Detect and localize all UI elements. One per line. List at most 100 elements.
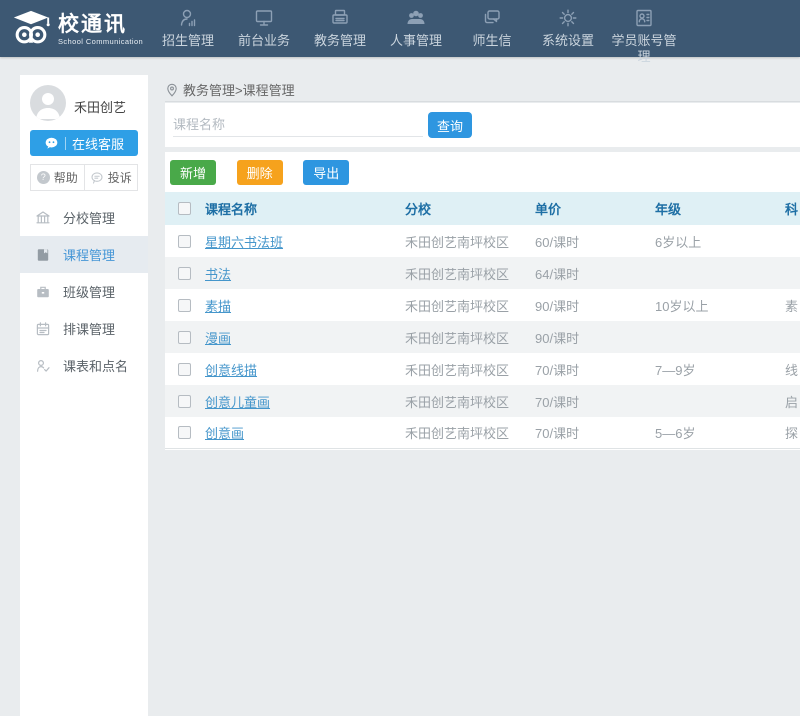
search-button[interactable]: 查询 [428, 112, 472, 138]
branch-cell: 禾田创艺南坪校区 [405, 264, 535, 283]
online-service-button[interactable]: 在线客服 [30, 130, 138, 156]
location-pin-icon [165, 83, 179, 97]
branch-cell: 禾田创艺南坪校区 [405, 232, 535, 251]
user-name: 禾田创艺 [74, 97, 126, 116]
nav-item-student-accounts[interactable]: 学员账号管理 [611, 0, 677, 57]
sidebar-item-course-management[interactable]: 课程管理 [20, 236, 148, 273]
nav-item-academic[interactable]: 教务管理 [307, 0, 373, 57]
calendar-icon [35, 321, 51, 337]
column-header-price: 单价 [535, 199, 655, 218]
chat-bubble-icon [44, 136, 59, 151]
sidebar-item-branch-management[interactable]: 分校管理 [20, 199, 148, 236]
sidebar-item-label: 课程管理 [63, 245, 115, 264]
brand-subtitle: School Communication [58, 37, 143, 46]
id-card-icon [633, 7, 655, 29]
table-header: 课程名称 分校 单价 年级 科 [165, 192, 800, 225]
briefcase-icon [35, 284, 51, 300]
sidebar-menu: 分校管理 课程管理 班级管理 排课管理 [20, 199, 148, 384]
sidebar-item-label: 分校管理 [63, 208, 115, 227]
course-name-link[interactable]: 创意线描 [205, 363, 257, 378]
branch-cell: 禾田创艺南坪校区 [405, 423, 535, 442]
online-service-label: 在线客服 [72, 134, 124, 153]
table-row: 创意线描 禾田创艺南坪校区 70/课时 7—9岁 线 [165, 353, 800, 385]
price-cell: 60/课时 [535, 232, 655, 251]
column-header-course-name: 课程名称 [205, 199, 405, 218]
breadcrumb-text: 教务管理>课程管理 [183, 80, 295, 99]
gear-icon [557, 7, 579, 29]
export-button[interactable]: 导出 [303, 160, 349, 185]
table-row: 书法 禾田创艺南坪校区 64/课时 [165, 257, 800, 289]
row-checkbox[interactable] [178, 331, 191, 344]
brand-logo: 校通讯 School Communication [0, 0, 150, 50]
grade-cell: 10岁以上 [655, 296, 785, 315]
course-name-link[interactable]: 创意儿童画 [205, 395, 270, 410]
avatar [30, 85, 66, 121]
nav-item-label: 人事管理 [390, 33, 442, 49]
branch-cell: 禾田创艺南坪校区 [405, 360, 535, 379]
book-icon [35, 247, 51, 263]
search-panel: 查询 [165, 103, 800, 147]
course-name-input[interactable] [173, 113, 423, 137]
price-cell: 70/课时 [535, 423, 655, 442]
nav-item-messages[interactable]: 师生信 [459, 0, 525, 57]
nav-item-label: 学员账号管理 [611, 33, 677, 65]
sidebar-item-class-management[interactable]: 班级管理 [20, 273, 148, 310]
row-checkbox[interactable] [178, 426, 191, 439]
sidebar-item-scheduling[interactable]: 排课管理 [20, 310, 148, 347]
grade-cell: 6岁以上 [655, 232, 785, 251]
course-name-link[interactable]: 创意画 [205, 426, 244, 441]
table-panel: 新增 删除 导出 课程名称 分校 单价 年级 科 星期六书法班 禾田创艺南坪校区… [165, 152, 800, 450]
course-name-link[interactable]: 素描 [205, 299, 231, 314]
add-button[interactable]: 新增 [170, 160, 216, 185]
course-name-link[interactable]: 书法 [205, 267, 231, 282]
nav-item-settings[interactable]: 系统设置 [535, 0, 601, 57]
table-row: 漫画 禾田创艺南坪校区 90/课时 [165, 321, 800, 353]
monitor-icon [253, 7, 275, 29]
help-button[interactable]: 帮助 [31, 165, 84, 190]
price-cell: 64/课时 [535, 264, 655, 283]
feedback-icon [90, 171, 104, 185]
row-checkbox[interactable] [178, 235, 191, 248]
price-cell: 90/课时 [535, 328, 655, 347]
courses-table: 课程名称 分校 单价 年级 科 星期六书法班 禾田创艺南坪校区 60/课时 6岁… [165, 192, 800, 449]
sidebar-item-label: 排课管理 [63, 319, 115, 338]
branch-cell: 禾田创艺南坪校区 [405, 328, 535, 347]
branch-cell: 禾田创艺南坪校区 [405, 392, 535, 411]
complaint-label: 投诉 [108, 169, 132, 186]
delete-button[interactable]: 删除 [237, 160, 283, 185]
nav-item-admissions[interactable]: 招生管理 [155, 0, 221, 57]
price-cell: 70/课时 [535, 392, 655, 411]
course-name-link[interactable]: 星期六书法班 [205, 235, 283, 250]
nav-item-label: 系统设置 [542, 33, 594, 49]
brand-name: 校通讯 [58, 13, 143, 37]
nav-item-label: 教务管理 [314, 33, 366, 49]
nav-item-hr[interactable]: 人事管理 [383, 0, 449, 57]
divider [65, 137, 66, 150]
people-icon [405, 7, 427, 29]
table-row: 创意画 禾田创艺南坪校区 70/课时 5—6岁 探 [165, 417, 800, 449]
owl-graduation-icon [10, 8, 52, 50]
sidebar-item-roster[interactable]: 课表和点名 [20, 347, 148, 384]
nav-item-label: 前台业务 [238, 33, 290, 49]
subject-cell: 线 [785, 360, 800, 379]
header-checkbox[interactable] [178, 202, 191, 215]
price-cell: 90/课时 [535, 296, 655, 315]
breadcrumb: 教务管理>课程管理 [165, 78, 800, 102]
row-checkbox[interactable] [178, 363, 191, 376]
printer-icon [329, 7, 351, 29]
nav-item-label: 师生信 [472, 33, 511, 49]
row-checkbox[interactable] [178, 267, 191, 280]
row-checkbox[interactable] [178, 299, 191, 312]
question-icon [37, 171, 50, 184]
subject-cell: 启 [785, 392, 800, 411]
top-navbar: 校通讯 School Communication 招生管理 前台业务 教务管理 [0, 0, 800, 57]
table-row: 素描 禾田创艺南坪校区 90/课时 10岁以上 素 [165, 289, 800, 321]
branch-cell: 禾田创艺南坪校区 [405, 296, 535, 315]
table-body: 星期六书法班 禾田创艺南坪校区 60/课时 6岁以上 书法 禾田创艺南坪校区 6… [165, 225, 800, 449]
row-checkbox[interactable] [178, 395, 191, 408]
nav-item-front-desk[interactable]: 前台业务 [231, 0, 297, 57]
course-name-link[interactable]: 漫画 [205, 331, 231, 346]
column-header-grade: 年级 [655, 199, 785, 218]
complaint-button[interactable]: 投诉 [84, 165, 138, 190]
main-nav: 招生管理 前台业务 教务管理 人事管理 [155, 0, 687, 57]
